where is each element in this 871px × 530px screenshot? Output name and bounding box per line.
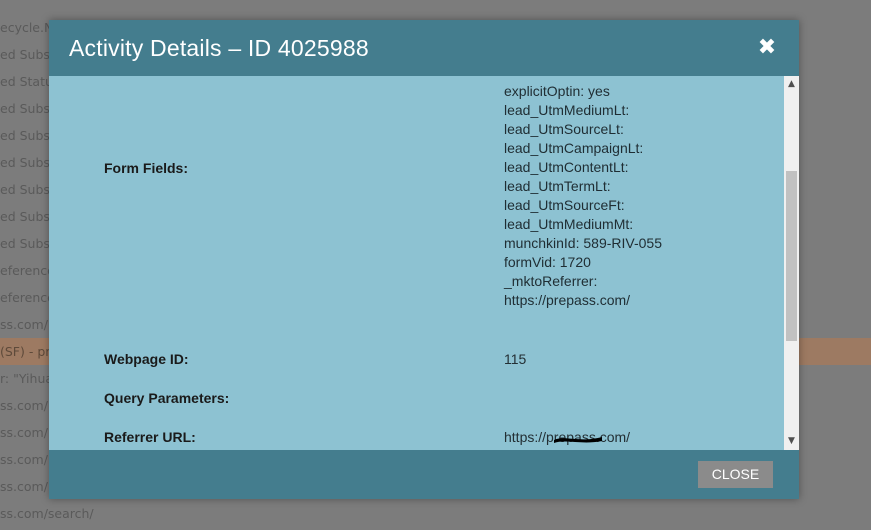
form-field-line: lead_UtmMediumMt: [504,216,634,232]
modal-title: Activity Details – ID 4025988 [69,35,369,61]
form-field-line: explicitOptin: yes [504,83,610,99]
form-field-line: lead_UtmTermLt: [504,178,611,194]
form-fields-label: Form Fields: [104,160,189,176]
scroll-up-arrow-icon[interactable]: ▲ [784,76,799,93]
modal-scrollbar[interactable]: ▲ ▼ [784,76,799,450]
form-field-line: lead_UtmSourceFt: [504,197,625,213]
form-field-line: formVid: 1720 [504,254,591,270]
scroll-thumb[interactable] [786,171,797,341]
redaction-mark [554,437,602,443]
form-field-line: lead_UtmCampaignLt: [504,140,644,156]
form-field-line: _mktoReferrer: [504,273,598,289]
modal-header: Activity Details – ID 4025988 ✖ [49,20,799,76]
activity-details-modal: Activity Details – ID 4025988 ✖ explicit… [49,20,799,499]
scroll-down-arrow-icon[interactable]: ▼ [784,433,799,450]
referrer-url-label: Referrer URL: [104,429,196,445]
close-icon[interactable]: ✖ [755,34,779,62]
close-button[interactable]: CLOSE [698,461,773,488]
webpage-id-label: Webpage ID: [104,351,189,367]
webpage-id-value: 115 [504,351,527,367]
background-row: ss.com/search/ [0,506,94,521]
modal-footer: CLOSE [49,450,799,499]
form-field-line: lead_UtmContentLt: [504,159,629,175]
referrer-url-value: https://prepass.com/ [504,429,630,445]
form-field-line: munchkinId: 589-RIV-055 [504,235,662,251]
modal-body: explicitOptin: yes lead_UtmMediumLt: lead_… [49,76,784,450]
query-parameters-label: Query Parameters: [104,390,230,406]
form-fields-value: explicitOptin: yes lead_UtmMediumLt: lead_… [504,82,662,310]
form-field-line: lead_UtmSourceLt: [504,121,624,137]
form-field-line: https://prepass.com/ [504,292,631,308]
form-field-line: lead_UtmMediumLt: [504,102,630,118]
